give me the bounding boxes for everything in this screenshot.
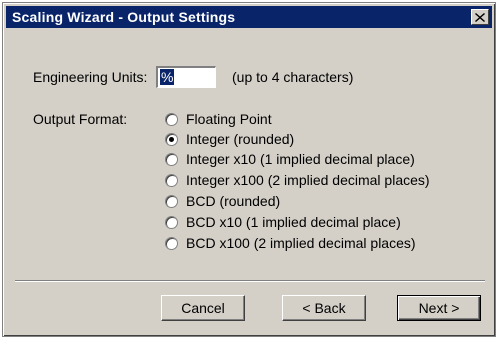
dialog-title: Scaling Wizard - Output Settings <box>12 9 236 25</box>
next-button[interactable]: Next > <box>397 295 481 321</box>
radio-label: Integer (rounded) <box>186 131 295 147</box>
radio-label: Integer x100 (2 implied decimal places) <box>186 172 430 188</box>
title-bar: Scaling Wizard - Output Settings <box>6 6 492 28</box>
separator-line <box>15 280 485 282</box>
radio-label: Floating Point <box>186 111 272 127</box>
output-format-label: Output Format: <box>33 111 128 127</box>
radio-button[interactable] <box>165 173 178 187</box>
radio-button[interactable] <box>165 215 178 229</box>
radio-label: BCD x10 (1 implied decimal place) <box>186 214 401 230</box>
cancel-button[interactable]: Cancel <box>161 295 245 321</box>
radio-bcd-x10[interactable]: BCD x10 (1 implied decimal place) <box>165 212 401 232</box>
radio-button[interactable] <box>165 112 178 126</box>
radio-integer-x10[interactable]: Integer x10 (1 implied decimal place) <box>165 149 415 169</box>
engineering-units-input[interactable]: % <box>156 66 216 88</box>
radio-integer-rounded[interactable]: Integer (rounded) <box>165 129 294 149</box>
close-button[interactable] <box>471 9 489 25</box>
radio-bcd-x100[interactable]: BCD x100 (2 implied decimal places) <box>165 233 416 253</box>
radio-button[interactable] <box>165 132 178 146</box>
engineering-units-hint: (up to 4 characters) <box>232 69 354 85</box>
radio-bcd-rounded[interactable]: BCD (rounded) <box>165 191 280 211</box>
radio-label: Integer x10 (1 implied decimal place) <box>186 151 415 167</box>
back-button[interactable]: < Back <box>282 295 366 321</box>
radio-button[interactable] <box>165 194 178 208</box>
engineering-units-value: % <box>160 69 175 85</box>
radio-label: BCD (rounded) <box>186 193 281 209</box>
close-icon <box>475 12 485 22</box>
wizard-dialog: Scaling Wizard - Output Settings Enginee… <box>2 2 496 337</box>
radio-button[interactable] <box>165 152 178 166</box>
radio-label: BCD x100 (2 implied decimal places) <box>186 235 416 251</box>
radio-floating-point[interactable]: Floating Point <box>165 109 272 129</box>
radio-button[interactable] <box>165 236 178 250</box>
engineering-units-label: Engineering Units: <box>33 69 148 85</box>
radio-integer-x100[interactable]: Integer x100 (2 implied decimal places) <box>165 170 430 190</box>
